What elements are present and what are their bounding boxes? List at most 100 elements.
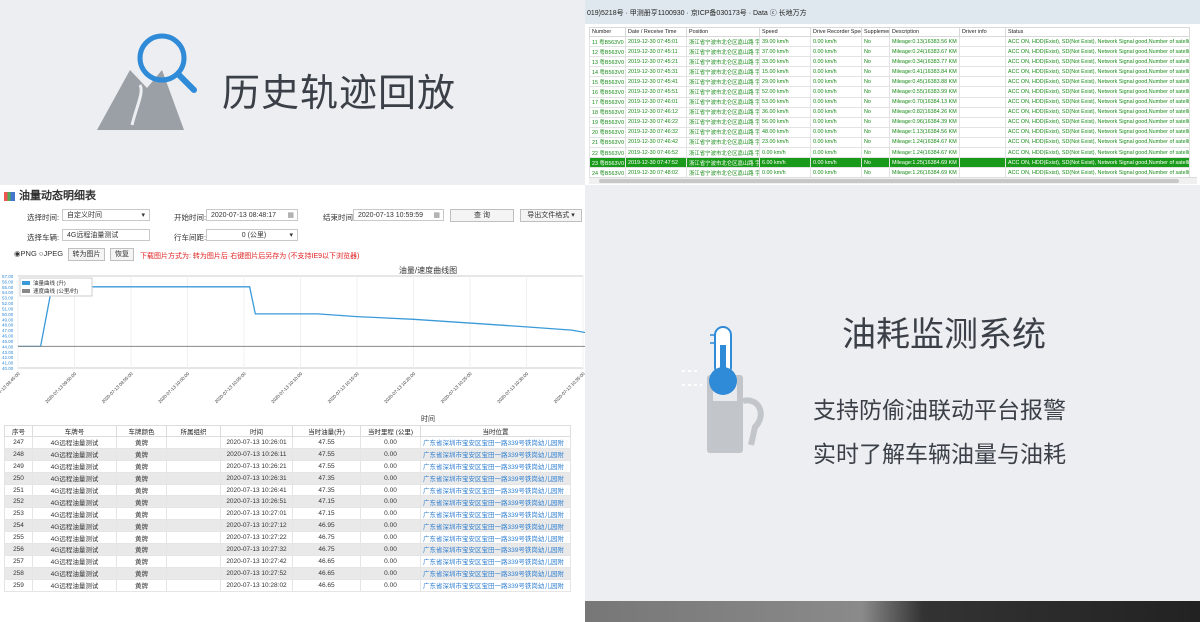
scrollbar-thumb[interactable]: [599, 179, 1179, 183]
track-cell: 56.00 km/h: [759, 116, 811, 128]
export-format-label: 导出文件格式: [527, 212, 570, 219]
track-col-header[interactable]: Driver info: [959, 27, 1006, 37]
time-range-select[interactable]: 自定义时间 ▾: [62, 209, 150, 221]
track-row[interactable]: 13 粤B563V0 2019-12-30 07:45:21 浙江省宁波市北仑区嘉山…: [589, 56, 1190, 68]
panel-title: 油量动态明细表: [19, 190, 96, 202]
fuel-cell: 0.00: [360, 483, 421, 497]
fuel-cell: 47.15: [292, 495, 361, 509]
fuel-row[interactable]: 247 4G远程油量测试 黄牌 2020-07-13 10:26:01 47.55 0.0…: [4, 436, 571, 449]
fuel-col-header[interactable]: 当时里程 (公里): [360, 425, 421, 437]
track-row[interactable]: 18 粤B563V0 2019-12-30 07:46:12 浙江省宁波市北仑区嘉山…: [589, 106, 1190, 118]
x-axis-label: 时间: [421, 414, 435, 423]
track-cell: 0.00 km/h: [810, 35, 862, 48]
location-link[interactable]: 广东省深圳市宝安区宝田一路339号铁岗幼儿园附: [420, 578, 571, 592]
fuel-col-header[interactable]: 当时油量(升): [292, 425, 361, 437]
fuel-col-header[interactable]: 时间: [220, 425, 293, 437]
location-link[interactable]: 广东省深圳市宝安区宝田一路339号铁岗幼儿园附: [420, 495, 571, 509]
location-link[interactable]: 广东省深圳市宝安区宝田一路339号铁岗幼儿园附: [420, 531, 571, 545]
fuel-row[interactable]: 256 4G远程油量测试 黄牌 2020-07-13 10:27:32 46.75 0.0…: [4, 543, 571, 556]
chevron-down-icon: ▾: [289, 232, 293, 239]
track-col-header[interactable]: Number: [589, 27, 626, 37]
track-col-header[interactable]: Drive Recorder Speed: [810, 27, 862, 37]
fuel-row[interactable]: 250 4G远程油量测试 黄牌 2020-07-13 10:26:31 47.35 0.0…: [4, 471, 571, 485]
track-cell: 0.00 km/h: [810, 46, 862, 58]
fuel-cell: [166, 495, 221, 509]
fuel-col-header[interactable]: 车牌颜色: [116, 425, 167, 437]
fuel-row[interactable]: 259 4G远程油量测试 黄牌 2020-07-13 10:28:02 46.65 0.0…: [4, 578, 571, 592]
fuel-cell: 47.15: [292, 507, 361, 521]
track-cell: 14 粤B563V0: [589, 66, 626, 78]
track-row[interactable]: 14 粤B563V0 2019-12-30 07:45:31 浙江省宁波市北仑区嘉山…: [589, 66, 1190, 78]
track-row[interactable]: 22 粤B563V0 2019-12-30 07:46:52 浙江省宁波市北仑区嘉山…: [589, 147, 1190, 159]
track-col-header[interactable]: Status: [1005, 27, 1190, 37]
track-row[interactable]: 16 粤B563V0 2019-12-30 07:45:51 浙江省宁波市北仑区嘉山…: [589, 86, 1190, 98]
location-link[interactable]: 广东省深圳市宝安区宝田一路339号铁岗幼儿园附: [420, 507, 571, 521]
fuel-cell: 46.65: [292, 578, 361, 592]
fuel-row[interactable]: 257 4G远程油量测试 黄牌 2020-07-13 10:27:42 46.65 0.0…: [4, 554, 571, 568]
start-time-value: 2020-07-13 08:48:17: [211, 212, 276, 219]
location-link[interactable]: 广东省深圳市宝安区宝田一路339号铁岗幼儿园附: [420, 436, 571, 449]
fuel-cell: 2020-07-13 10:28:02: [220, 578, 293, 592]
fuel-row[interactable]: 258 4G远程油量测试 黄牌 2020-07-13 10:27:52 46.65 0.0…: [4, 566, 571, 580]
fuel-row[interactable]: 254 4G远程油量测试 黄牌 2020-07-13 10:27:12 46.95 0.0…: [4, 519, 571, 533]
fuel-col-header[interactable]: 车牌号: [32, 425, 117, 437]
fuel-row[interactable]: 252 4G远程油量测试 黄牌 2020-07-13 10:26:51 47.15 0.0…: [4, 495, 571, 509]
location-link[interactable]: 广东省深圳市宝安区宝田一路339号铁岗幼儿园附: [420, 519, 571, 533]
start-time-input[interactable]: 2020-07-13 08:48:17 ▦: [206, 209, 298, 221]
track-row[interactable]: 23 粤B563V0 2019-12-30 07:47:52 浙江省宁波市北仑区嘉山…: [589, 157, 1190, 169]
location-link[interactable]: 广东省深圳市宝安区宝田一路339号铁岗幼儿园附: [420, 566, 571, 580]
export-format-button[interactable]: 导出文件格式 ▾: [520, 209, 582, 222]
track-cell: [959, 157, 1006, 169]
track-col-header[interactable]: Position: [686, 27, 760, 37]
end-time-input[interactable]: 2020-07-13 10:59:59 ▦: [353, 209, 444, 221]
fuel-col-header[interactable]: 所属组织: [166, 425, 221, 437]
fuel-cell: 255: [4, 531, 33, 545]
track-row[interactable]: 20 粤B563V0 2019-12-30 07:46:32 浙江省宁波市北仑区嘉山…: [589, 126, 1190, 138]
fuel-row[interactable]: 251 4G远程油量测试 黄牌 2020-07-13 10:26:41 47.35 0.0…: [4, 483, 571, 497]
track-col-header[interactable]: Description: [889, 27, 960, 37]
fuel-col-header[interactable]: 序号: [4, 425, 33, 437]
fuel-col-header[interactable]: 当时位置: [420, 425, 571, 437]
track-row[interactable]: 17 粤B563V0 2019-12-30 07:46:01 浙江省宁波市北仑区嘉山…: [589, 96, 1190, 108]
track-cell: 0.00 km/h: [810, 96, 862, 108]
fuel-row[interactable]: 255 4G远程油量测试 黄牌 2020-07-13 10:27:22 46.75 0.0…: [4, 531, 571, 545]
location-link[interactable]: 广东省深圳市宝安区宝田一路339号铁岗幼儿园附: [420, 554, 571, 568]
fuel-cell: [166, 483, 221, 497]
location-link[interactable]: 广东省深圳市宝安区宝田一路339号铁岗幼儿园附: [420, 471, 571, 485]
end-time-label: 结束时间:: [323, 213, 356, 222]
vehicle-input[interactable]: 4G远程油量测试: [62, 229, 150, 241]
fuel-cell: 黄牌: [116, 459, 167, 473]
track-cell: 浙江省宁波市北仑区嘉山路 宇: [686, 66, 760, 78]
track-row[interactable]: 12 粤B563V0 2019-12-30 07:45:11 浙江省宁波市北仑区嘉山…: [589, 46, 1190, 58]
fuel-row[interactable]: 249 4G远程油量测试 黄牌 2020-07-13 10:26:21 47.55 0.0…: [4, 459, 571, 473]
track-cell: 浙江省宁波市北仑区嘉山路 宇: [686, 76, 760, 88]
location-link[interactable]: 广东省深圳市宝安区宝田一路339号铁岗幼儿园附: [420, 543, 571, 556]
track-col-header[interactable]: Supplement: [861, 27, 890, 37]
fuel-row[interactable]: 248 4G远程油量测试 黄牌 2020-07-13 10:26:11 47.55 0.0…: [4, 447, 571, 461]
mileage-select[interactable]: 0 (公里) ▾: [206, 229, 298, 241]
track-col-header[interactable]: Speed: [759, 27, 811, 37]
y-tick-label: 57.00: [2, 274, 14, 279]
location-link[interactable]: 广东省深圳市宝安区宝田一路339号铁岗幼儿园附: [420, 483, 571, 497]
track-row[interactable]: 11 粤B563V0 2019-12-30 07:45:01 浙江省宁波市北仑区嘉山…: [589, 35, 1190, 48]
restore-button[interactable]: 恢复: [110, 248, 134, 261]
legend-swatch-fuel: [22, 281, 30, 285]
track-row[interactable]: 19 粤B563V0 2019-12-30 07:46:22 浙江省宁波市北仑区嘉山…: [589, 116, 1190, 128]
track-cell: 23.00 km/h: [759, 136, 811, 149]
location-link[interactable]: 广东省深圳市宝安区宝田一路339号铁岗幼儿园附: [420, 459, 571, 473]
fuel-row[interactable]: 253 4G远程油量测试 黄牌 2020-07-13 10:27:01 47.15 0.0…: [4, 507, 571, 521]
track-cell: No: [861, 157, 890, 169]
convert-image-button[interactable]: 转为图片: [68, 248, 105, 261]
track-cell: ACC ON, HDD(Exist), SD(Not Exist), Netwo…: [1005, 76, 1190, 88]
track-cell: Mileage:1.24(16384.67 KM: [889, 147, 960, 159]
query-button[interactable]: 查 询: [450, 209, 514, 222]
horizontal-scrollbar[interactable]: [589, 177, 1197, 184]
fuel-cell: 254: [4, 519, 33, 533]
track-row[interactable]: 15 粤B563V0 2019-12-30 07:45:41 浙江省宁波市北仑区嘉山…: [589, 76, 1190, 88]
track-row[interactable]: 21 粤B563V0 2019-12-30 07:46:42 浙江省宁波市北仑区嘉山…: [589, 136, 1190, 149]
panel-header: 油量动态明细表: [4, 187, 96, 203]
location-link[interactable]: 广东省深圳市宝安区宝田一路339号铁岗幼儿园附: [420, 447, 571, 461]
track-col-header[interactable]: Date / Receive Time: [625, 27, 687, 37]
track-cell: 2019-12-30 07:45:21: [625, 56, 687, 68]
fuel-cell: 0.00: [360, 471, 421, 485]
